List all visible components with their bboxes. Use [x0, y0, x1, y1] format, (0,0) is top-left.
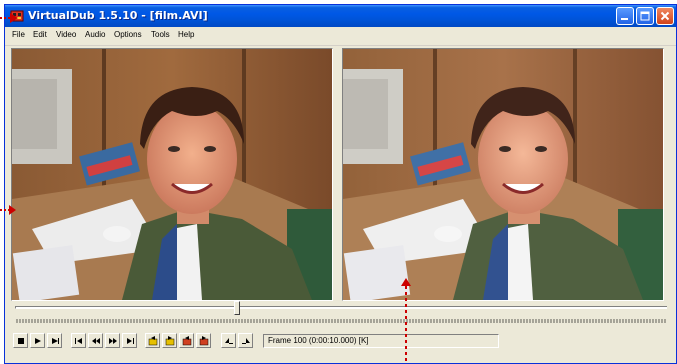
annotation-arrow-title [0, 13, 18, 23]
minimize-icon [621, 18, 628, 20]
mark-in-button[interactable] [221, 333, 236, 348]
previous-frame-button[interactable] [88, 333, 103, 348]
maximize-button[interactable] [636, 7, 654, 25]
menu-audio[interactable]: Audio [85, 30, 105, 40]
slider-thumb[interactable] [233, 301, 240, 315]
input-video-pane [11, 48, 333, 301]
play-input-icon [35, 338, 41, 344]
scene-forward-button[interactable] [196, 333, 211, 348]
previous-frame-icon [92, 338, 100, 344]
next-frame-button[interactable] [105, 333, 120, 348]
menu-bar: File Edit Video Audio Options Tools Help [5, 27, 676, 46]
window-title: VirtualDub 1.5.10 - [film.AVI] [28, 9, 208, 22]
menu-video[interactable]: Video [56, 30, 76, 40]
slider-ticks [16, 319, 666, 323]
go-to-end-button[interactable] [122, 333, 137, 348]
menu-tools[interactable]: Tools [151, 30, 170, 40]
go-to-start-icon [75, 338, 82, 344]
next-frame-icon [109, 338, 117, 344]
minimize-button[interactable] [616, 7, 634, 25]
menu-edit[interactable]: Edit [33, 30, 47, 40]
next-keyframe-icon [165, 336, 175, 346]
play-output-icon [52, 338, 59, 344]
stop-icon [18, 338, 24, 344]
scene-back-button[interactable] [179, 333, 194, 348]
annotation-arrow-output-pane [401, 278, 411, 364]
output-video-frame [343, 49, 663, 300]
play-output-button[interactable] [47, 333, 62, 348]
slider-track[interactable] [15, 306, 667, 309]
go-to-start-button[interactable] [71, 333, 86, 348]
position-slider[interactable] [15, 301, 667, 317]
menu-help[interactable]: Help [178, 30, 194, 40]
close-button[interactable] [656, 7, 674, 25]
previous-keyframe-button[interactable] [145, 333, 160, 348]
play-input-button[interactable] [30, 333, 45, 348]
menu-options[interactable]: Options [114, 30, 142, 40]
go-to-end-icon [127, 338, 134, 344]
scene-back-icon [182, 336, 192, 346]
next-keyframe-button[interactable] [162, 333, 177, 348]
annotation-arrow-input-pane [0, 205, 16, 215]
mark-out-icon [242, 338, 250, 344]
stop-button[interactable] [13, 333, 28, 348]
frame-status-box: Frame 100 (0:00:10.000) [K] [263, 334, 499, 348]
title-bar[interactable]: VirtualDub 1.5.10 - [film.AVI] [5, 5, 676, 27]
scene-forward-icon [199, 336, 209, 346]
previous-keyframe-icon [148, 336, 158, 346]
frame-status-text: Frame 100 (0:00:10.000) [K] [268, 336, 369, 345]
close-icon [660, 11, 670, 21]
mark-out-button[interactable] [238, 333, 253, 348]
mark-in-icon [225, 338, 233, 344]
menu-file[interactable]: File [12, 30, 25, 40]
output-video-pane [342, 48, 664, 301]
input-video-frame [12, 49, 332, 300]
maximize-icon [640, 11, 650, 21]
virtualdub-window: VirtualDub 1.5.10 - [film.AVI] File Edit… [4, 4, 677, 364]
